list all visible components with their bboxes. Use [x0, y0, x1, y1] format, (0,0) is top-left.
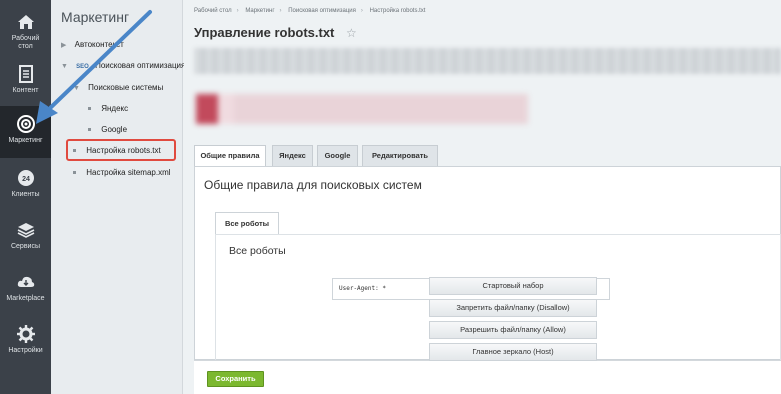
- menu-item-google[interactable]: Google: [88, 125, 127, 134]
- rail-label: Настройки: [8, 347, 43, 354]
- menu-item-seo[interactable]: ▼ SEO Поисковая оптимизация: [61, 61, 185, 70]
- breadcrumb-item[interactable]: Поисковая оптимизация: [288, 8, 356, 14]
- rail-item-desktop[interactable]: Рабочий стол: [0, 4, 51, 56]
- all-robots-section: Все роботы User-Agent: *: [215, 234, 781, 361]
- tab-google[interactable]: Google: [317, 145, 358, 166]
- rail-label: Клиенты: [11, 191, 40, 198]
- panel-title: Общие правила для поисковых систем: [204, 178, 422, 192]
- rail-item-services[interactable]: Сервисы: [0, 212, 51, 264]
- home-icon: [17, 15, 34, 29]
- rail-label: Рабочий: [11, 35, 40, 42]
- layers-icon: [17, 223, 34, 238]
- breadcrumb: Рабочий стол › Маркетинг › Поисковая оптим…: [194, 8, 425, 14]
- blurred-toolbar: [194, 48, 781, 74]
- starter-set-button[interactable]: Стартовый набор: [429, 277, 597, 295]
- cloud-icon: [17, 276, 34, 287]
- rail-item-content[interactable]: Контент: [0, 56, 51, 108]
- menu-item-yandex[interactable]: Яндекс: [88, 104, 128, 113]
- section-title: Все роботы: [229, 245, 286, 257]
- rail-item-marketing[interactable]: Маркетинг: [0, 106, 51, 158]
- menu-item-label: Поисковая оптимизация: [95, 61, 186, 70]
- save-button[interactable]: Сохранить: [207, 371, 264, 387]
- breadcrumb-separator-icon: ›: [360, 8, 363, 14]
- menu-item-search-engines[interactable]: ▼ Поисковые системы: [73, 83, 163, 92]
- expand-arrow-icon[interactable]: ▶: [61, 41, 66, 49]
- rail-label: Сервисы: [10, 243, 40, 250]
- tab-general-rules[interactable]: Общие правила: [194, 145, 266, 167]
- rail-label: Marketplace: [6, 295, 45, 302]
- bullet-icon: [73, 171, 76, 175]
- breadcrumb-separator-icon: ›: [236, 8, 239, 14]
- breadcrumb-item[interactable]: Маркетинг: [245, 8, 274, 14]
- rail-item-settings[interactable]: Настройки: [0, 316, 51, 368]
- menu-item-label: Поисковые системы: [88, 83, 164, 92]
- seo-badge-icon: SEO: [76, 64, 89, 70]
- subtab-all-robots[interactable]: Все роботы: [215, 212, 279, 234]
- annotation-highlight-box: [66, 139, 176, 161]
- tab-yandex[interactable]: Яндекс: [272, 145, 313, 166]
- rail-item-marketplace[interactable]: Marketplace: [0, 264, 51, 316]
- clients-icon: 24: [17, 170, 34, 186]
- left-rail: Рабочий стол Контент Маркетинг 24 Клиент…: [0, 0, 51, 394]
- blurred-site-banner: [196, 94, 528, 124]
- menu-title: Маркетинг: [61, 9, 130, 25]
- menu-item-label: Настройка sitemap.xml: [86, 168, 171, 177]
- bullet-icon: [88, 107, 91, 111]
- footer-bar: Сохранить: [194, 360, 781, 394]
- target-icon: [16, 115, 35, 133]
- clients-icon-glyph: 24: [22, 176, 30, 183]
- allow-button[interactable]: Разрешить файл/папку (Allow): [429, 321, 597, 339]
- collapse-arrow-icon[interactable]: ▼: [73, 85, 80, 92]
- breadcrumb-item[interactable]: Рабочий стол: [194, 8, 232, 14]
- collapse-arrow-icon[interactable]: ▼: [61, 63, 68, 70]
- rail-label: стол: [18, 43, 33, 50]
- page-title: Управление robots.txt: [194, 25, 335, 40]
- menu-item-label: Яндекс: [101, 104, 129, 113]
- rail-item-clients[interactable]: 24 Клиенты: [0, 160, 51, 212]
- section-menu: Маркетинг ▶ Автоконтекст ▼ SEO Поисковая…: [51, 0, 185, 394]
- gear-icon: [16, 325, 35, 343]
- menu-item-label: Google: [101, 125, 128, 134]
- rail-label: Маркетинг: [8, 137, 43, 144]
- menu-item-sitemap[interactable]: Настройка sitemap.xml: [73, 168, 171, 177]
- bullet-icon: [88, 128, 91, 132]
- disallow-button[interactable]: Запретить файл/папку (Disallow): [429, 299, 597, 317]
- tab-edit[interactable]: Редактировать: [362, 145, 438, 166]
- host-button[interactable]: Главное зеркало (Host): [429, 343, 597, 361]
- breadcrumb-separator-icon: ›: [279, 8, 282, 14]
- favorite-star-icon[interactable]: ☆: [346, 26, 357, 40]
- menu-item-label: Автоконтекст: [74, 40, 124, 49]
- breadcrumb-item[interactable]: Настройка robots.txt: [370, 8, 426, 14]
- rail-label: Контент: [12, 87, 39, 94]
- menu-item-autocontext[interactable]: ▶ Автоконтекст: [61, 40, 124, 49]
- document-icon: [18, 65, 33, 83]
